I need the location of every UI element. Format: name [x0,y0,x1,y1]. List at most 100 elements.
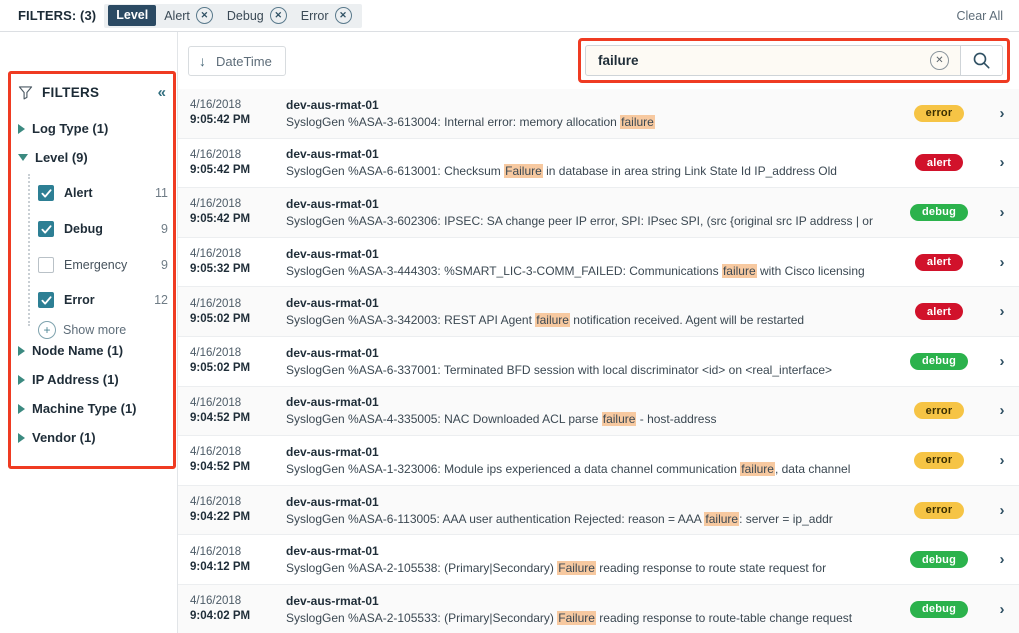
row-expand-button[interactable]: › [985,304,1019,319]
filter-option-debug[interactable]: Debug 9 [38,220,168,238]
table-row[interactable]: 4/16/20189:05:42 PMdev-aus-rmat-01Syslog… [178,188,1019,238]
row-node-name: dev-aus-rmat-01 [286,296,885,310]
filter-option-error-label: Error [64,293,95,307]
close-circle-icon[interactable]: ✕ [270,7,287,24]
row-time: 9:05:02 PM [190,362,286,375]
row-time: 9:05:32 PM [190,263,286,276]
filter-chip-debug[interactable]: Debug ✕ [221,7,295,24]
row-node-name: dev-aus-rmat-01 [286,197,885,211]
filter-chip-alert[interactable]: Alert ✕ [158,7,221,24]
status-badge: debug [910,551,968,568]
table-row[interactable]: 4/16/20189:04:52 PMdev-aus-rmat-01Syslog… [178,387,1019,437]
filter-group-level[interactable]: Level (9) [18,150,88,165]
row-node-name: dev-aus-rmat-01 [286,98,885,112]
filter-option-alert[interactable]: Alert 11 [38,184,168,202]
row-time: 9:05:42 PM [190,114,286,127]
row-message-cell: dev-aus-rmat-01SyslogGen %ASA-3-613004: … [286,98,893,129]
row-date: 4/16/2018 [190,347,286,360]
checkbox-error[interactable] [38,292,54,308]
close-circle-icon[interactable]: ✕ [196,7,213,24]
filter-group-machine-type[interactable]: Machine Type (1) [18,401,137,416]
row-date: 4/16/2018 [190,496,286,509]
table-row[interactable]: 4/16/20189:05:42 PMdev-aus-rmat-01Syslog… [178,89,1019,139]
log-results-list[interactable]: 4/16/20189:05:42 PMdev-aus-rmat-01Syslog… [178,89,1019,633]
row-expand-button[interactable]: › [985,453,1019,468]
table-row[interactable]: 4/16/20189:05:32 PMdev-aus-rmat-01Syslog… [178,238,1019,288]
group-indent-guide [28,174,30,326]
row-date: 4/16/2018 [190,446,286,459]
checkbox-debug[interactable] [38,221,54,237]
row-message-cell: dev-aus-rmat-01SyslogGen %ASA-1-323006: … [286,445,893,476]
row-message-cell: dev-aus-rmat-01SyslogGen %ASA-2-105533: … [286,594,893,625]
row-time: 9:04:52 PM [190,412,286,425]
row-level-cell: debug [893,601,985,618]
row-expand-button[interactable]: › [985,403,1019,418]
chevron-right-icon: › [1000,155,1005,170]
row-expand-button[interactable]: › [985,155,1019,170]
row-date: 4/16/2018 [190,397,286,410]
close-circle-icon[interactable]: ✕ [335,7,352,24]
clear-all-button[interactable]: Clear All [956,9,1003,23]
row-node-name: dev-aus-rmat-01 [286,594,885,608]
row-time: 9:05:02 PM [190,313,286,326]
row-message-text: SyslogGen %ASA-1-323006: Module ips expe… [286,462,885,476]
filter-option-emergency[interactable]: Emergency 9 [38,256,168,274]
filter-chip-error[interactable]: Error ✕ [295,7,360,24]
datetime-sort-button[interactable]: ↓ DateTime [188,46,286,76]
filter-group-log-type[interactable]: Log Type (1) [18,121,108,136]
search-match-highlight: Failure [504,164,543,178]
row-level-cell: error [893,105,985,122]
main-panel: ↓ DateTime failure ✕ 4/16/20189:05:42 PM… [178,32,1019,633]
triangle-down-icon [18,154,28,161]
table-row[interactable]: 4/16/20189:04:02 PMdev-aus-rmat-01Syslog… [178,585,1019,633]
filter-group-node-name[interactable]: Node Name (1) [18,343,123,358]
row-time: 9:05:42 PM [190,164,286,177]
status-badge: error [914,502,965,519]
row-message-text: SyslogGen %ASA-3-444303: %SMART_LIC-3-CO… [286,264,885,278]
filter-group-level-label: Level (9) [35,150,88,165]
filter-chip-key-level[interactable]: Level [108,5,156,26]
row-expand-button[interactable]: › [985,552,1019,567]
row-level-cell: error [893,452,985,469]
checkbox-emergency[interactable] [38,257,54,273]
row-expand-button[interactable]: › [985,205,1019,220]
table-row[interactable]: 4/16/20189:04:52 PMdev-aus-rmat-01Syslog… [178,436,1019,486]
row-message-text: SyslogGen %ASA-6-113005: AAA user authen… [286,512,885,526]
row-date: 4/16/2018 [190,248,286,261]
triangle-right-icon [18,404,25,414]
row-expand-button[interactable]: › [985,503,1019,518]
table-row[interactable]: 4/16/20189:05:42 PMdev-aus-rmat-01Syslog… [178,139,1019,189]
table-row[interactable]: 4/16/20189:05:02 PMdev-aus-rmat-01Syslog… [178,287,1019,337]
search-match-highlight: failure [620,115,655,129]
row-node-name: dev-aus-rmat-01 [286,395,885,409]
chevron-right-icon: › [1000,354,1005,369]
row-expand-button[interactable]: › [985,106,1019,121]
row-message-cell: dev-aus-rmat-01SyslogGen %ASA-6-613001: … [286,147,893,178]
table-row[interactable]: 4/16/20189:04:12 PMdev-aus-rmat-01Syslog… [178,535,1019,585]
table-row[interactable]: 4/16/20189:04:22 PMdev-aus-rmat-01Syslog… [178,486,1019,536]
row-expand-button[interactable]: › [985,354,1019,369]
row-timestamp: 4/16/2018 9:05:32 PM [178,248,286,276]
triangle-right-icon [18,433,25,443]
filter-group-ip-address-label: IP Address (1) [32,372,119,387]
filter-option-error[interactable]: Error 12 [38,291,168,309]
status-badge: error [914,452,965,469]
filter-group-machine-type-label: Machine Type (1) [32,401,137,416]
show-more-button[interactable]: + Show more [38,321,126,339]
chevron-right-icon: › [1000,255,1005,270]
datetime-sort-label: DateTime [216,54,272,69]
triangle-right-icon [18,375,25,385]
filters-count-label: FILTERS: (3) [18,8,96,23]
row-expand-button[interactable]: › [985,602,1019,617]
table-row[interactable]: 4/16/20189:05:02 PMdev-aus-rmat-01Syslog… [178,337,1019,387]
row-message-cell: dev-aus-rmat-01SyslogGen %ASA-2-105538: … [286,544,893,575]
filter-group-vendor[interactable]: Vendor (1) [18,430,96,445]
row-message-text: SyslogGen %ASA-2-105538: (Primary|Second… [286,561,885,575]
status-badge: alert [915,254,963,271]
chevron-right-icon: › [1000,304,1005,319]
chevron-double-left-icon[interactable]: « [158,85,166,100]
row-timestamp: 4/16/2018 9:05:02 PM [178,347,286,375]
row-expand-button[interactable]: › [985,255,1019,270]
filter-group-ip-address[interactable]: IP Address (1) [18,372,119,387]
checkbox-alert[interactable] [38,185,54,201]
